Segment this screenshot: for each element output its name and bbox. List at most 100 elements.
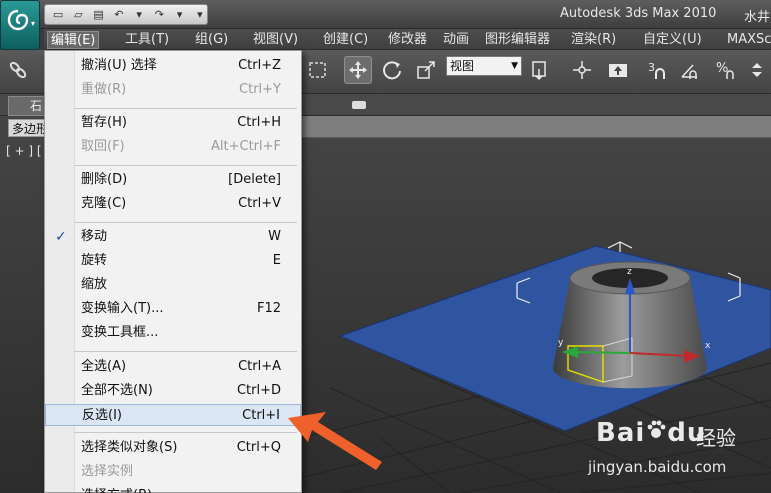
move-icon[interactable] [344,56,372,84]
menu-separator [75,432,297,433]
menu-item-label: 全选(A) [81,359,127,374]
menu-item-label: 取回(F) [81,139,125,154]
angle-snap-icon[interactable] [676,56,704,84]
axis-label-x: x [705,341,711,351]
menu-bar: 编辑(E) 工具(T) 组(G) 视图(V) 创建(C) 修改器 动画 图形编辑… [44,29,771,50]
app-title: Autodesk 3ds Max 2010 [560,6,717,21]
keyboard-shortcut-override-icon[interactable] [604,56,632,84]
menu-item-label: 全部不选(N) [81,383,153,398]
menu-item-shortcut: Ctrl+Y [239,82,281,97]
link-icon[interactable] [4,56,32,84]
menu-item-transform-typein[interactable]: 变换输入(T)... F12 [45,298,301,320]
menu-animation[interactable]: 动画 [440,31,472,49]
application-button[interactable]: ▾ [0,0,40,50]
menu-item-label: 反选(I) [82,408,122,423]
chevron-down-icon: ▾ [31,19,36,28]
menu-item-redo[interactable]: 重做(R) Ctrl+Y [45,79,301,101]
menu-item-label: 选择类似对象(S) [81,440,178,455]
new-file-icon[interactable]: ▭ [51,7,65,22]
menu-group[interactable]: 组(G) [192,31,231,49]
menu-rendering[interactable]: 渲染(R) [568,31,619,49]
menu-item-shortcut: Ctrl+V [238,196,281,211]
quick-access-toolbar: ▭ ▱ ▤ ↶ ▾ ↷ ▾ ▾ [44,4,208,25]
menu-tools[interactable]: 工具(T) [122,31,172,49]
axis-label-z: z [627,267,632,277]
menu-item-shortcut: Ctrl+I [242,408,280,423]
menu-edit[interactable]: 编辑(E) [47,31,100,49]
menu-separator [75,222,297,223]
menu-item-shortcut: Ctrl+D [236,383,281,398]
menu-customize[interactable]: 自定义(U) [640,31,705,49]
percent-snap-icon[interactable]: % [712,56,740,84]
annotation-arrow-icon [288,412,382,470]
menu-item-transform-toolbox[interactable]: 变换工具框... [45,322,301,344]
ribbon-minimize-toggle[interactable] [352,101,366,109]
menu-item-label: 旋转 [81,253,108,268]
menu-item-label: 变换工具框... [81,325,159,340]
file-title: 水井 [744,10,771,25]
menu-item-scale[interactable]: 缩放 [45,274,301,296]
menu-modifiers[interactable]: 修改器 [385,31,430,49]
snaps-toggle-icon[interactable]: 3 [644,56,672,84]
undo-dropdown-icon[interactable]: ▾ [132,7,146,22]
select-and-manipulate-icon[interactable] [568,56,596,84]
menu-item-delete[interactable]: 删除(D) [Delete] [45,169,301,191]
menu-item-select-all[interactable]: 全选(A) Ctrl+A [45,356,301,378]
title-bar: ▭ ▱ ▤ ↶ ▾ ↷ ▾ ▾ Autodesk 3ds Max 2010 水井 [0,0,771,29]
menu-item-shortcut: Ctrl+H [237,115,281,130]
pivot-icon[interactable] [526,56,554,84]
menu-item-clone[interactable]: 克隆(C) Ctrl+V [45,193,301,215]
menu-item-label: 选择实例 [81,464,134,479]
menu-item-shortcut: W [268,229,281,244]
menu-item-label: 变换输入(T)... [81,301,164,316]
menu-view[interactable]: 视图(V) [250,31,301,49]
menu-item-label: 删除(D) [81,172,128,187]
menu-item-shortcut: Alt+Ctrl+F [211,139,281,154]
customize-toolbar-icon[interactable]: ▾ [193,7,207,22]
baidu-watermark: Bai du 经验 jingyan.baidu.com [578,412,768,490]
save-icon[interactable]: ▤ [92,7,106,22]
menu-item-move[interactable]: ✓ 移动 W [45,226,301,248]
edit-dropdown-menu: 撤消(U) 选择 Ctrl+Z 重做(R) Ctrl+Y 暂存(H) Ctrl+… [44,50,302,493]
menu-item-label: 重做(R) [81,82,127,97]
menu-item-select-by[interactable]: 选择方式(B) [45,485,301,493]
menu-create[interactable]: 创建(C) [320,31,371,49]
spinner-snap-icon[interactable] [744,56,771,84]
watermark-url: jingyan.baidu.com [588,458,727,476]
axis-label-y: y [558,338,564,348]
menu-maxscript[interactable]: MAXScript [724,31,771,49]
menu-separator [75,108,297,109]
menu-separator [75,351,297,352]
menu-item-label: 移动 [81,229,108,244]
menu-item-shortcut: [Delete] [228,172,281,187]
menu-item-label: 缩放 [81,277,108,292]
menu-item-rotate[interactable]: 旋转 E [45,250,301,272]
menu-item-select-instances[interactable]: 选择实例 [45,461,301,483]
paw-icon [645,418,667,448]
menu-item-select-invert[interactable]: 反选(I) Ctrl+I [45,404,301,426]
menu-item-label: 暂存(H) [81,115,127,130]
scale-icon[interactable] [412,56,440,84]
menu-graph-editors[interactable]: 图形编辑器 [482,31,553,49]
menu-item-hold[interactable]: 暂存(H) Ctrl+H [45,112,301,134]
menu-item-undo[interactable]: 撤消(U) 选择 Ctrl+Z [45,55,301,77]
3dsmax-logo-icon [7,9,29,31]
undo-icon[interactable]: ↶ [112,7,126,22]
reference-coordinate-value: 视图 [450,59,475,73]
menu-item-shortcut: Ctrl+Z [238,58,281,73]
viewport-label[interactable]: [ + ] [ [6,144,42,158]
redo-icon[interactable]: ↷ [152,7,166,22]
open-folder-icon[interactable]: ▱ [71,7,85,22]
polygon-modeling-label[interactable]: 多边形 [8,119,46,137]
watermark-product: 经验 [696,426,736,450]
rotate-icon[interactable] [378,56,406,84]
menu-item-select-none[interactable]: 全部不选(N) Ctrl+D [45,380,301,402]
ribbon-tab[interactable]: 石 [8,96,46,116]
reference-coordinate-dropdown[interactable]: 视图 ▼ [446,56,522,76]
menu-item-shortcut: E [272,253,281,268]
menu-item-select-similar[interactable]: 选择类似对象(S) Ctrl+Q [45,437,301,459]
menu-item-shortcut: Ctrl+Q [236,440,281,455]
redo-dropdown-icon[interactable]: ▾ [173,7,187,22]
selection-region-icon[interactable] [304,56,332,84]
menu-item-fetch[interactable]: 取回(F) Alt+Ctrl+F [45,136,301,158]
